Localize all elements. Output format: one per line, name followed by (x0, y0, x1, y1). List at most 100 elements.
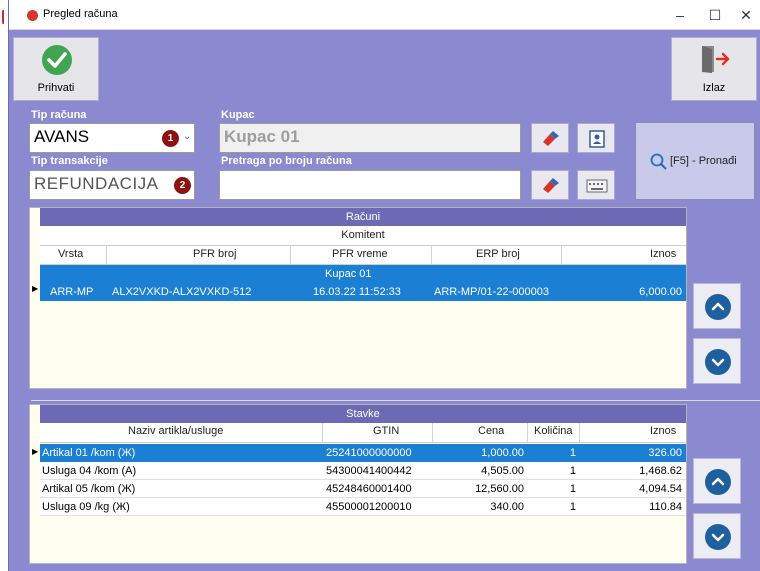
clear-pretraga-button[interactable] (531, 170, 569, 200)
kupac-field[interactable]: Kupac 01 (219, 123, 521, 153)
tip-racuna-label: Tip računa (31, 109, 87, 121)
section-divider (31, 400, 760, 401)
tip-transakcije-badge: 2 (174, 177, 191, 194)
col-cena[interactable]: Cena (478, 425, 504, 437)
stavke-panel: Stavke Naziv artikla/usluge GTIN Cena Ko… (29, 404, 687, 564)
find-button[interactable]: [F5] - Pronađi (635, 122, 755, 200)
exit-button[interactable]: Izlaz (671, 37, 757, 101)
maximize-button[interactable]: ☐ (700, 6, 730, 24)
chevron-down-icon: ⌄ (183, 131, 192, 142)
window-title: Pregled računa (43, 8, 118, 20)
group-kupac: Kupac 01 (325, 268, 372, 280)
col-kolicina[interactable]: Količina (534, 425, 573, 437)
cell-cena: 12,560.00 (475, 483, 524, 495)
cell-kolicina: 1 (569, 447, 576, 459)
tip-racuna-select[interactable]: AVANS 1 ⌄ (29, 123, 195, 153)
select-kupac-button[interactable] (577, 123, 615, 153)
stavke-up-button[interactable] (693, 458, 741, 504)
contact-card-icon (589, 130, 605, 148)
cell-naziv: Usluga 04 /kom (A) (42, 465, 137, 477)
cell-naziv: Artikal 05 /kom (Ж) (42, 483, 136, 495)
pretraga-label: Pretraga po broju računa (221, 155, 352, 167)
keyboard-button[interactable] (577, 170, 615, 200)
kupac-label: Kupac (221, 109, 255, 121)
accept-button[interactable]: Prihvati (13, 37, 99, 101)
stavke-row[interactable]: Usluga 09 /kg (Ж) 45500001200010 340.00 … (40, 498, 686, 516)
cell-erp-broj: ARR-MP/01-22-000003 (434, 286, 549, 298)
kupac-value: Kupac 01 (224, 127, 300, 146)
col-vrsta[interactable]: Vrsta (58, 248, 83, 260)
tip-racuna-value: AVANS (34, 127, 90, 146)
app-icon (27, 10, 38, 21)
cell-pfr-vreme: 16.03.22 11:52:33 (313, 286, 401, 298)
stavke-row[interactable]: Artikal 01 /kom (Ж) 25241000000000 1,000… (40, 444, 686, 462)
cell-vrsta: ARR-MP (50, 286, 94, 298)
col-erp-broj[interactable]: ERP broj (476, 248, 520, 260)
col-pfr-vreme[interactable]: PFR vreme (332, 248, 388, 260)
checkmark-icon (42, 45, 72, 75)
tip-racuna-badge: 1 (162, 130, 179, 147)
tip-transakcije-label: Tip transakcije (31, 155, 108, 167)
cell-gtin: 25241000000000 (326, 447, 412, 459)
eraser-icon (543, 178, 559, 193)
main-window: Pregled računa – ☐ ✕ Prihvati Izlaz Tip … (8, 0, 760, 571)
stavke-down-button[interactable] (693, 513, 741, 559)
cell-cena: 1,000.00 (481, 447, 524, 459)
col-naziv[interactable]: Naziv artikla/usluge (128, 425, 223, 437)
clear-kupac-button[interactable] (531, 123, 569, 153)
exit-label: Izlaz (702, 82, 726, 94)
col-pfr-broj[interactable]: PFR broj (193, 248, 236, 260)
tip-transakcije-value: REFUNDACIJA (34, 174, 159, 193)
cell-cena: 340.00 (490, 501, 524, 513)
racuni-title: Računi (40, 208, 686, 226)
tip-transakcije-field[interactable]: REFUNDACIJA 2 (29, 170, 195, 200)
cell-iznos: 1,468.62 (639, 465, 682, 477)
cell-kolicina: 1 (569, 465, 576, 477)
chevron-down-icon (705, 349, 731, 375)
cell-pfr-broj: ALX2VXKD-ALX2VXKD-512 (112, 286, 252, 298)
minimize-button[interactable]: – (665, 6, 695, 24)
col-iznos[interactable]: Iznos (650, 248, 676, 260)
racuni-row[interactable]: ARR-MP ALX2VXKD-ALX2VXKD-512 16.03.22 11… (40, 283, 686, 301)
stavke-row[interactable]: Artikal 05 /kom (Ж) 45248460001400 12,56… (40, 480, 686, 498)
col-gtin[interactable]: GTIN (373, 425, 399, 437)
keyboard-icon (586, 179, 608, 193)
pretraga-input[interactable] (219, 170, 521, 200)
cell-iznos: 6,000.00 (639, 286, 682, 298)
title-bar: Pregled računa – ☐ ✕ (9, 0, 760, 30)
cell-kolicina: 1 (569, 501, 576, 513)
cell-gtin: 45500001200010 (326, 501, 412, 513)
edge-marker (2, 10, 5, 24)
cell-iznos: 4,094.54 (639, 483, 682, 495)
chevron-up-icon (705, 469, 731, 495)
find-label: [F5] - Pronađi (670, 155, 737, 167)
toolbar: Prihvati Izlaz (9, 31, 760, 106)
chevron-down-icon (705, 524, 731, 550)
cell-naziv: Artikal 01 /kom (Ж) (42, 447, 136, 459)
search-icon (650, 153, 667, 170)
cell-kolicina: 1 (569, 483, 576, 495)
chevron-up-icon (705, 294, 731, 320)
background-edge (0, 0, 8, 571)
stavke-row[interactable]: Usluga 04 /kom (A) 54300041400442 4,505.… (40, 462, 686, 480)
racuni-down-button[interactable] (693, 338, 741, 384)
row-indicator-icon: ▶ (32, 284, 39, 293)
stavke-column-header: Naziv artikla/usluge GTIN Cena Količina … (40, 423, 686, 443)
cell-gtin: 45248460001400 (326, 483, 412, 495)
racuni-panel: Računi Komitent Vrsta PFR broj PFR vreme… (29, 207, 687, 389)
cell-iznos: 110.84 (649, 501, 682, 513)
racuni-group-row[interactable]: Kupac 01 (40, 265, 686, 283)
cell-cena: 4,505.00 (481, 465, 524, 477)
cell-naziv: Usluga 09 /kg (Ж) (42, 501, 130, 513)
accept-label: Prihvati (37, 82, 75, 94)
close-button[interactable]: ✕ (731, 6, 760, 24)
racuni-up-button[interactable] (693, 283, 741, 329)
exit-door-icon (702, 46, 730, 73)
racuni-group-header: Komitent (40, 226, 686, 246)
cell-gtin: 54300041400442 (326, 465, 412, 477)
col-iznos[interactable]: Iznos (650, 425, 676, 437)
row-indicator-icon: ▶ (32, 447, 39, 456)
racuni-column-header: Vrsta PFR broj PFR vreme ERP broj Iznos (40, 246, 686, 265)
cell-iznos: 326.00 (648, 447, 682, 459)
eraser-icon (543, 131, 559, 146)
